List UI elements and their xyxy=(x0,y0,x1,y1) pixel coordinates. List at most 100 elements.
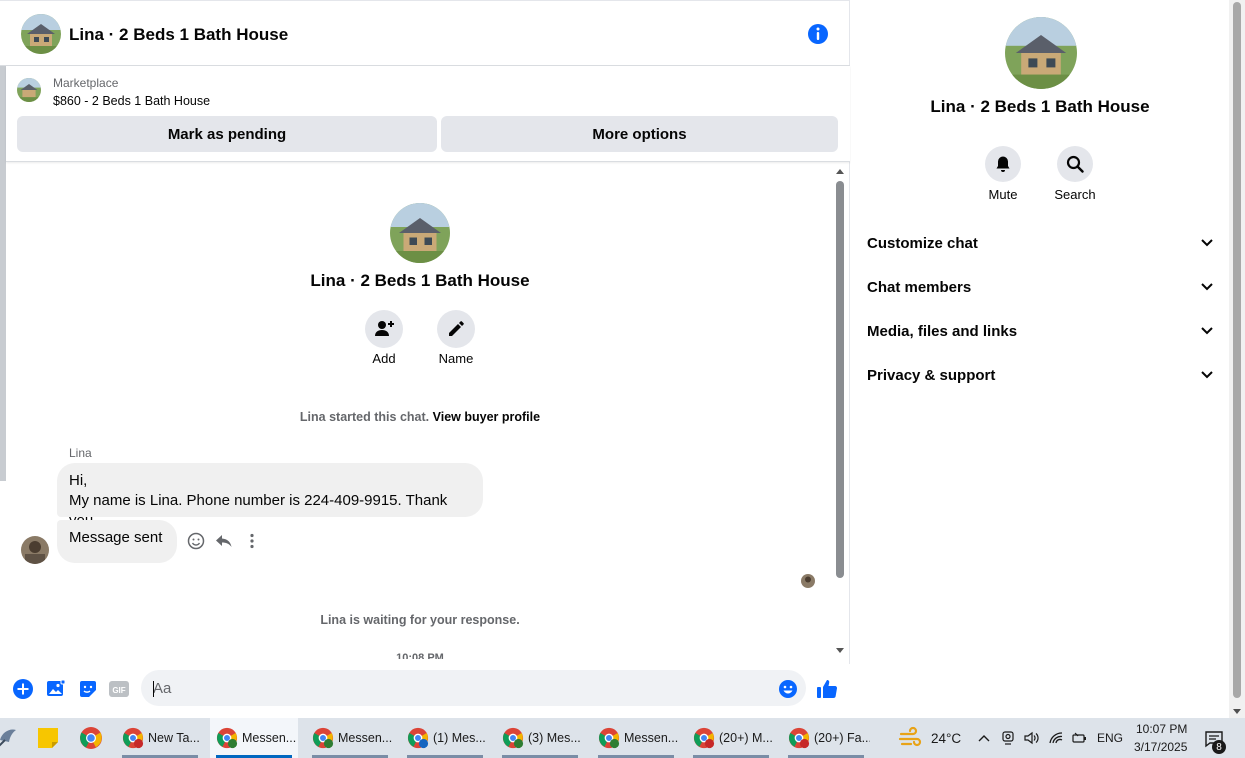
sender-name: Lina xyxy=(69,446,92,460)
message-composer: GIF xyxy=(0,664,850,718)
start-app-icon[interactable] xyxy=(0,726,20,750)
message-input[interactable] xyxy=(141,670,806,706)
taskbar-app-0[interactable]: New Ta... xyxy=(116,718,204,758)
chrome-icon[interactable] xyxy=(79,726,103,750)
taskbar-app-7[interactable]: (20+) Fa... xyxy=(782,718,870,758)
taskbar-app-label: New Ta... xyxy=(148,731,200,745)
taskbar-app-label: Messen... xyxy=(624,731,679,745)
chrome-profile-icon xyxy=(598,727,620,749)
clock-date[interactable]: 3/17/2025 xyxy=(1134,740,1187,754)
details-title: Lina · 2 Beds 1 Bath House xyxy=(930,97,1150,116)
attach-photo-icon[interactable] xyxy=(45,678,67,700)
chat-started-notice: Lina started this chat. View buyer profi… xyxy=(0,410,840,424)
conversation-avatar[interactable] xyxy=(21,14,61,54)
pencil-icon xyxy=(449,321,464,336)
details-avatar[interactable] xyxy=(1005,17,1077,89)
marketplace-listing-card: Marketplace $860 - 2 Beds 1 Bath House M… xyxy=(6,66,850,162)
chrome-profile-icon xyxy=(693,727,715,749)
section-label: Chat members xyxy=(867,278,972,296)
started-text: Lina started this chat. xyxy=(299,410,430,424)
react-emoji-icon[interactable] xyxy=(186,531,206,551)
name-label: Name xyxy=(438,351,474,366)
gif-icon[interactable]: GIF xyxy=(108,678,130,700)
show-hidden-icons-chevron-icon[interactable] xyxy=(976,730,992,746)
taskbar-app-6[interactable]: (20+) M... xyxy=(687,718,775,758)
sticker-icon[interactable] xyxy=(77,678,99,700)
section-privacy-support[interactable]: Privacy & support xyxy=(867,363,1215,387)
weather-icon[interactable] xyxy=(898,726,922,750)
volume-icon[interactable] xyxy=(1024,730,1040,746)
name-chat-button[interactable] xyxy=(437,310,475,348)
chat-details-pane: Lina · 2 Beds 1 Bath House Mute Search C… xyxy=(851,0,1229,718)
reply-icon[interactable] xyxy=(214,531,234,551)
message-line: Message sent xyxy=(69,529,163,546)
taskbar-app-label: (20+) Fa... xyxy=(814,731,870,745)
chrome-profile-icon xyxy=(312,727,334,749)
taskbar-app-2[interactable]: Messen... xyxy=(306,718,394,758)
chrome-profile-icon xyxy=(122,727,144,749)
message-line: Hi, xyxy=(69,472,88,489)
mute-button[interactable] xyxy=(985,146,1021,182)
input-language[interactable]: ENG xyxy=(1097,731,1123,745)
section-customize-chat[interactable]: Customize chat xyxy=(867,231,1215,255)
more-actions-plus-icon[interactable] xyxy=(12,678,34,700)
taskbar-app-label: (1) Mes... xyxy=(433,731,486,745)
conversation-title[interactable]: Lina · 2 Beds 1 Bath House xyxy=(69,25,288,45)
battery-icon[interactable] xyxy=(1071,730,1087,746)
info-icon[interactable] xyxy=(807,23,829,45)
taskbar-app-label: Messen... xyxy=(338,731,393,745)
sender-avatar[interactable] xyxy=(21,536,49,564)
taskbar-app-5[interactable]: Messen... xyxy=(592,718,680,758)
section-label: Privacy & support xyxy=(867,366,996,384)
messenger-window: Lina · 2 Beds 1 Bath House Marketplace $… xyxy=(0,0,1245,718)
search-label: Search xyxy=(1054,187,1096,202)
page-scrollbar[interactable] xyxy=(1229,0,1245,718)
taskbar-app-label: (3) Mes... xyxy=(528,731,581,745)
section-label: Customize chat xyxy=(867,234,978,252)
view-buyer-profile-link[interactable]: View buyer profile xyxy=(433,410,540,424)
search-button[interactable] xyxy=(1057,146,1093,182)
notification-count-badge: 8 xyxy=(1212,740,1226,754)
seen-receipt-avatar xyxy=(801,574,815,588)
listing-title[interactable]: $860 - 2 Beds 1 Bath House xyxy=(53,94,210,108)
add-people-button[interactable] xyxy=(365,310,403,348)
listing-thumbnail[interactable] xyxy=(17,78,41,102)
chevron-down-icon xyxy=(1199,279,1215,295)
page-scrollbar-thumb[interactable] xyxy=(1233,2,1241,698)
message-bubble[interactable]: Message sent xyxy=(57,520,177,563)
svg-text:GIF: GIF xyxy=(112,686,125,695)
bell-icon xyxy=(996,156,1010,172)
meet-camera-icon[interactable] xyxy=(1000,730,1016,746)
chat-scrollbar-thumb[interactable] xyxy=(836,181,844,578)
search-icon xyxy=(1066,155,1084,173)
chat-pane: Lina · 2 Beds 1 Bath House Marketplace $… xyxy=(0,0,850,718)
section-chat-members[interactable]: Chat members xyxy=(867,275,1215,299)
clock-time[interactable]: 10:07 PM xyxy=(1136,722,1187,736)
chevron-down-icon xyxy=(1199,367,1215,383)
taskbar-app-label: (20+) M... xyxy=(719,731,773,745)
taskbar-app-4[interactable]: (3) Mes... xyxy=(496,718,584,758)
chat-header: Lina · 2 Beds 1 Bath House xyxy=(0,0,850,66)
message-bubble[interactable]: Hi, My name is Lina. Phone number is 224… xyxy=(57,463,483,529)
chrome-profile-icon xyxy=(407,727,429,749)
chrome-profile-icon xyxy=(216,727,238,749)
text-caret xyxy=(153,681,154,697)
emoji-icon[interactable] xyxy=(777,678,799,700)
section-media-files-links[interactable]: Media, files and links xyxy=(867,319,1215,343)
scroll-up-arrow-icon[interactable] xyxy=(836,169,844,174)
more-options-button[interactable]: More options xyxy=(441,116,838,152)
weather-temperature[interactable]: 24°C xyxy=(931,731,961,746)
wifi-icon[interactable] xyxy=(1048,730,1064,746)
like-thumbs-up-icon[interactable] xyxy=(816,678,838,700)
chevron-down-icon xyxy=(1199,235,1215,251)
mark-as-pending-button[interactable]: Mark as pending xyxy=(17,116,437,152)
taskbar-app-3[interactable]: (1) Mes... xyxy=(401,718,489,758)
chrome-profile-icon xyxy=(502,727,524,749)
marketplace-label: Marketplace xyxy=(53,76,119,90)
more-actions-icon[interactable] xyxy=(242,531,262,551)
scroll-down-arrow-icon[interactable] xyxy=(1233,709,1241,714)
windows-taskbar: New Ta... Messen... Messen... (1) Mes...… xyxy=(0,718,1245,758)
taskbar-app-1[interactable]: Messen... xyxy=(210,718,298,758)
sticky-notes-icon[interactable] xyxy=(36,726,60,750)
taskbar-app-label: Messen... xyxy=(242,731,297,745)
